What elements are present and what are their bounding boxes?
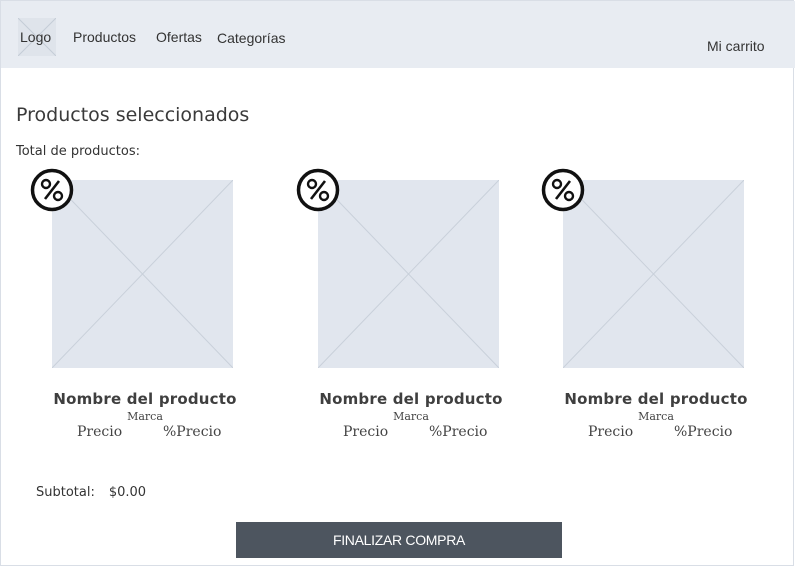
product-discount-price: %Precio [429,424,488,440]
nav-link-ofertas[interactable]: Ofertas [156,29,202,45]
product-card[interactable]: Nombre del producto Marca Precio %Precio [30,164,260,454]
cart-link[interactable]: Mi carrito [707,38,765,54]
page-title: Productos seleccionados [16,104,250,126]
subtotal-value: $0.00 [108,485,147,500]
product-image-placeholder [52,180,233,368]
subtotal: Subtotal: $0.00 [36,485,146,500]
percent-badge-icon [296,168,340,212]
logo-text: Logo [20,29,52,45]
subtotal-label: Subtotal: [36,485,95,500]
logo[interactable]: Logo [18,18,56,56]
checkout-button[interactable]: FINALIZAR COMPRA [236,522,562,558]
product-card[interactable]: Nombre del producto Marca Precio %Precio [296,164,526,454]
nav-link-categorias[interactable]: Categorías [217,30,285,46]
total-products-label: Total de productos: [16,144,140,159]
product-price: Precio [343,424,389,440]
product-brand: Marca [127,410,163,423]
product-discount-price: %Precio [674,424,733,440]
percent-badge-icon [30,168,74,212]
product-price: Precio [77,424,123,440]
product-image-placeholder [563,180,744,368]
nav-link-productos[interactable]: Productos [73,29,136,45]
product-name: Nombre del producto [53,390,237,408]
product-brand: Marca [393,410,429,423]
product-discount-price: %Precio [163,424,222,440]
product-card[interactable]: Nombre del producto Marca Precio %Precio [541,164,771,454]
percent-badge-icon [541,168,585,212]
product-name: Nombre del producto [564,390,748,408]
product-name: Nombre del producto [319,390,503,408]
navbar: Logo Productos Ofertas Categorías Mi car… [1,1,795,68]
product-brand: Marca [638,410,674,423]
product-image-placeholder [318,180,499,368]
product-price: Precio [588,424,634,440]
